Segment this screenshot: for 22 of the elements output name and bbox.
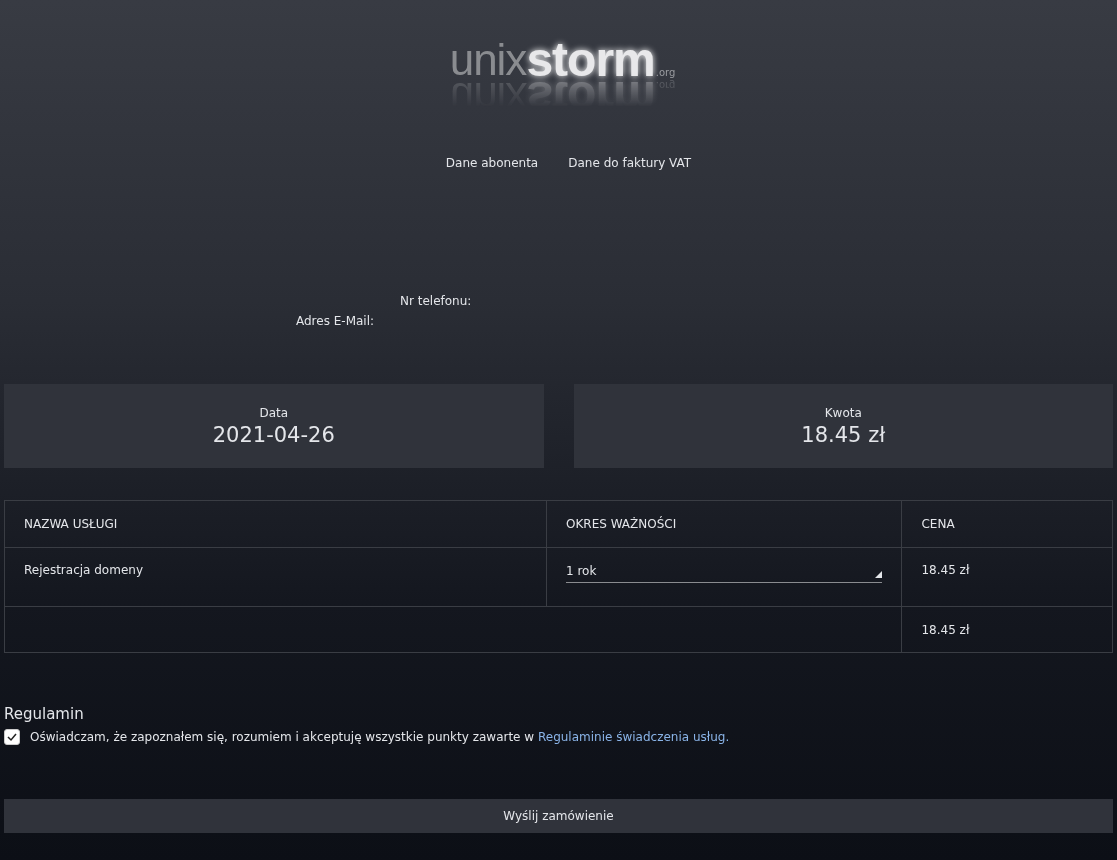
column-header: CENA	[901, 500, 1113, 548]
card-label: Data	[259, 405, 289, 420]
terms-link[interactable]: Regulaminie świadczenia usług.	[537, 730, 730, 744]
card-value: 2021-04-26	[212, 422, 335, 447]
section-heading: Regulamin	[4, 705, 85, 723]
tab[interactable]: Dane do faktury VAT	[568, 156, 692, 170]
caret-icon	[875, 571, 883, 578]
total-cell: 18.45 zł	[901, 606, 1113, 653]
checkbox[interactable]	[4, 729, 20, 745]
submit-button[interactable]: Wyślij zamówienie	[4, 799, 1113, 833]
card-label: Kwota	[824, 405, 862, 420]
field-label: Adres E-Mail:	[296, 314, 376, 328]
tab[interactable]: Dane abonenta	[445, 156, 539, 170]
check-icon	[7, 732, 17, 742]
table-cell: Rejestracja domeny	[4, 547, 547, 607]
column-header: OKRES WAŻNOŚCI	[546, 500, 902, 548]
logo: unixstorm.org	[449, 38, 676, 82]
card-value: 18.45 zł	[801, 422, 886, 447]
field-label: Nr telefonu:	[400, 294, 473, 308]
table-cell: 18.45 zł	[901, 547, 1113, 607]
consent-text: Oświadczam, że zapoznałem się, rozumiem i akceptuję wszystkie punkty zawarte w Regulaminie świadczenia usług.	[30, 730, 730, 744]
column-header: NAZWA USŁUGI	[4, 500, 547, 548]
